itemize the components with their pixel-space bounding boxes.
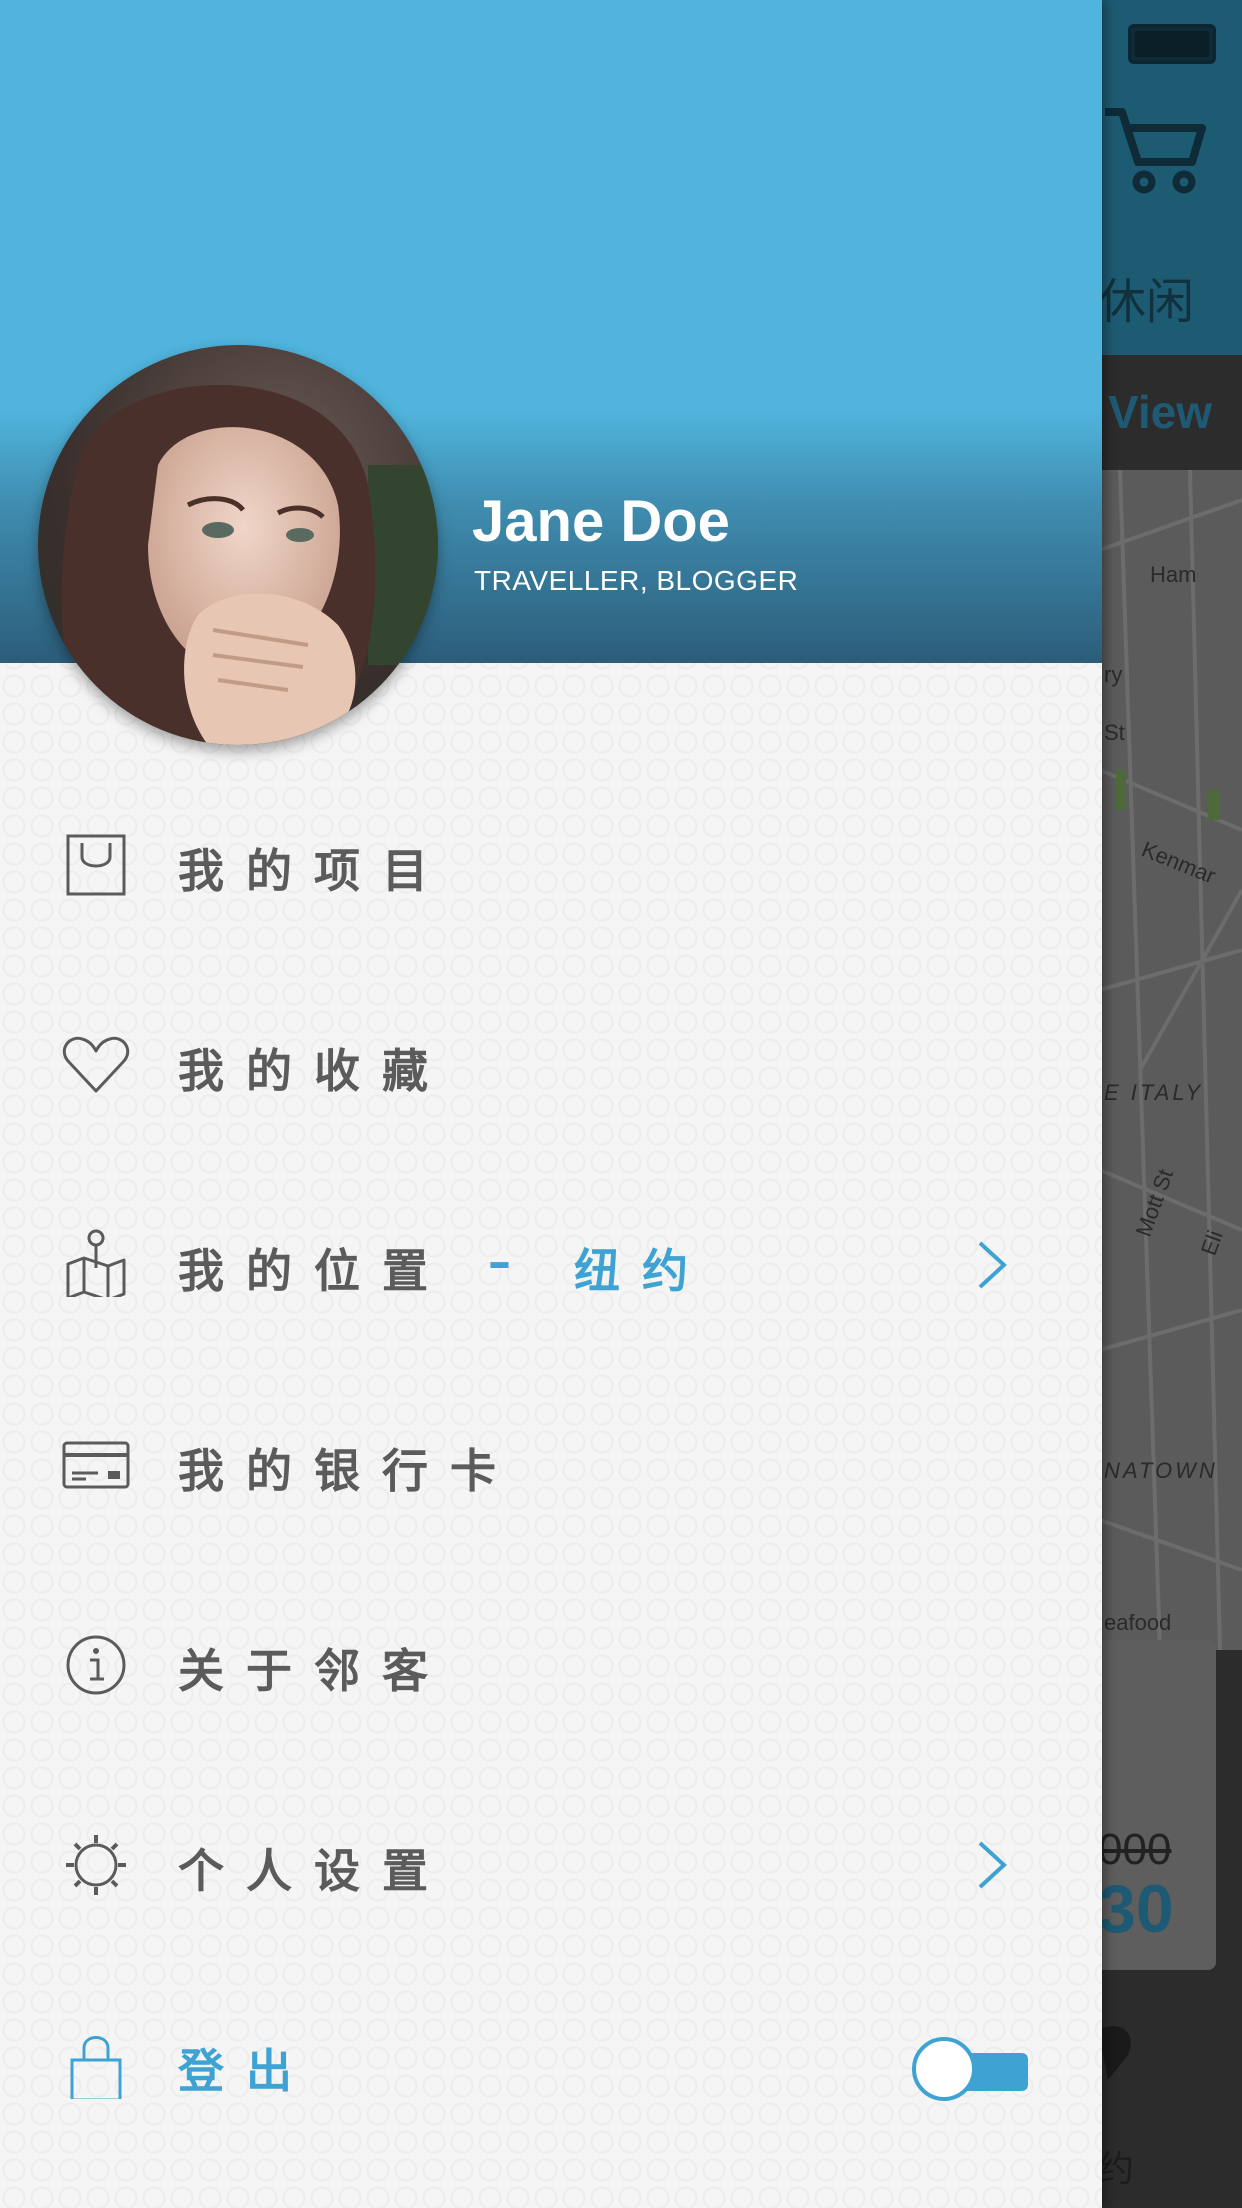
background-category-text: 休闲 bbox=[1098, 274, 1195, 330]
gear-icon bbox=[66, 1835, 126, 1895]
menu-label-favorites: 我的收藏 bbox=[178, 1044, 450, 1098]
navigation-drawer: Jane Doe TRAVELLER, BLOGGER 我的项目 我的收藏 我的… bbox=[0, 0, 1102, 2208]
background-bottom-label: 约 bbox=[1098, 2149, 1135, 2190]
map-label: E ITALY bbox=[1104, 1080, 1204, 1105]
map-label: Ham bbox=[1150, 562, 1197, 587]
user-title: TRAVELLER, BLOGGER bbox=[474, 565, 799, 596]
cart-icon bbox=[1105, 108, 1206, 194]
background-map-view-text: View bbox=[1108, 386, 1212, 438]
map-label: ry bbox=[1104, 662, 1123, 687]
chevron-right-icon bbox=[978, 1841, 1007, 1889]
background-price-new: 30 bbox=[1098, 1871, 1174, 1947]
menu-label-bank-card: 我的银行卡 bbox=[178, 1444, 518, 1498]
menu-item-bank-card[interactable]: 我的银行卡 bbox=[0, 1395, 1102, 1535]
logout-toggle[interactable] bbox=[912, 2037, 1034, 2103]
avatar[interactable] bbox=[38, 345, 438, 745]
info-icon bbox=[66, 1635, 126, 1695]
menu-label-logout: 登出 bbox=[178, 2044, 314, 2098]
chevron-right-icon bbox=[978, 1241, 1007, 1289]
menu-item-logout[interactable]: 登出 bbox=[0, 1995, 1102, 2135]
menu-label-projects: 我的项目 bbox=[178, 844, 450, 898]
avatar-image bbox=[38, 345, 438, 745]
shopping-bag-icon bbox=[66, 834, 126, 896]
lock-icon bbox=[70, 2036, 122, 2099]
menu-item-favorites[interactable]: 我的收藏 bbox=[0, 995, 1102, 1135]
heart-icon bbox=[62, 1036, 130, 1093]
credit-card-icon bbox=[62, 1441, 130, 1489]
map-label: NATOWN bbox=[1104, 1458, 1218, 1483]
battery-icon bbox=[1128, 24, 1216, 64]
user-name: Jane Doe bbox=[472, 489, 730, 554]
menu-item-location[interactable]: 我的位置 – 纽约 bbox=[0, 1195, 1102, 1335]
toggle-knob bbox=[912, 2037, 976, 2101]
map-pin-icon bbox=[66, 1229, 126, 1297]
background-price-old: 000 bbox=[1098, 1825, 1172, 1874]
location-separator: – bbox=[488, 1235, 533, 1289]
background-map: Ham ry St Kenmar E ITALY Mott St Eli NAT… bbox=[1100, 470, 1242, 1650]
menu-item-settings[interactable]: 个人设置 bbox=[0, 1795, 1102, 1935]
menu-item-projects[interactable]: 我的项目 bbox=[0, 795, 1102, 935]
menu-label-settings: 个人设置 bbox=[178, 1844, 450, 1898]
map-label: eafood bbox=[1104, 1610, 1172, 1635]
location-value: 纽约 bbox=[574, 1244, 710, 1298]
menu-item-about[interactable]: 关于邻客 bbox=[0, 1595, 1102, 1735]
heart-icon bbox=[1098, 2026, 1131, 2080]
menu-label-location: 我的位置 bbox=[178, 1244, 450, 1298]
map-label: St bbox=[1104, 720, 1125, 745]
menu-label-about: 关于邻客 bbox=[178, 1644, 450, 1698]
